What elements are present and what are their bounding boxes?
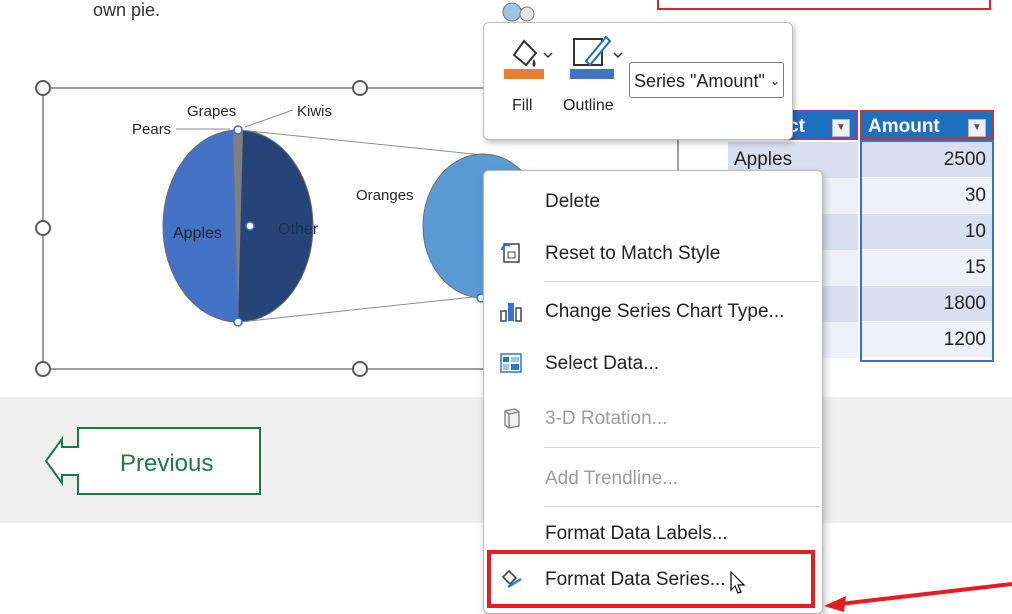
series-select-value: Series "Amount" (634, 71, 765, 91)
menu-item-label: Reset to Match Style (545, 243, 721, 264)
label-kiwis[interactable]: Kiwis (297, 103, 332, 120)
label-apples[interactable]: Apples (173, 225, 222, 242)
cell-amount[interactable]: 1200 (862, 322, 992, 358)
resize-handle-bottom (352, 361, 368, 377)
label-grapes[interactable]: Grapes (187, 103, 236, 120)
menu-item-label: 3-D Rotation... (545, 408, 668, 429)
cell-product-text: Apples (734, 149, 793, 170)
header-amount-text: Amount (868, 116, 940, 137)
cube-icon (504, 408, 520, 429)
menu-item-label: Change Series Chart Type... (545, 301, 785, 322)
label-pears[interactable]: Pears (132, 121, 171, 138)
menu-item-3d-rotation: 3-D Rotation... (484, 396, 822, 440)
menu-item-label: Delete (545, 191, 600, 212)
fill-button[interactable] (504, 31, 554, 87)
resize-handle-top (352, 80, 368, 96)
outline-label: Outline (563, 97, 614, 114)
highlight-box (487, 550, 815, 608)
chevron-down-icon: ⌄ (769, 74, 780, 88)
filter-dropdown-icon[interactable]: ▼ (968, 119, 986, 137)
annotation-arrow-head (824, 596, 846, 612)
menu-item-label: Format Data Labels... (545, 523, 728, 544)
select-data-icon (500, 353, 522, 373)
menu-item-label: Add Trendline... (545, 468, 679, 489)
menu-divider (544, 447, 820, 448)
chart-elements-icon (502, 2, 522, 22)
series-select[interactable]: Series "Amount" ⌄ (629, 62, 784, 98)
menu-item-delete[interactable]: Delete (484, 179, 822, 223)
chart-styles-icon (519, 6, 535, 22)
label-other[interactable]: Other (278, 221, 319, 238)
annotation-arrow-line (839, 582, 1012, 606)
menu-item-format-data-labels[interactable]: Format Data Labels... (484, 511, 822, 555)
outline-button[interactable] (570, 31, 624, 87)
menu-item-label: Select Data... (545, 353, 660, 374)
menu-item-select-data[interactable]: Select Data... (484, 341, 822, 385)
chart-type-icon (500, 303, 522, 322)
pen-outline-icon (570, 35, 623, 79)
menu-divider (544, 281, 820, 282)
label-oranges[interactable]: Oranges (356, 187, 414, 204)
leader-kiwis (244, 109, 294, 128)
context-menu: Delete Reset to Match Style Change Serie… (483, 170, 823, 614)
menu-divider (544, 506, 820, 507)
menu-item-add-trendline: Add Trendline... (484, 456, 822, 500)
cell-amount[interactable]: 10 (862, 214, 992, 250)
cell-amount[interactable]: 30 (862, 178, 992, 214)
resize-handle-top-left (35, 80, 51, 96)
cell-amount[interactable]: 1800 (862, 286, 992, 322)
resize-handle-bottom-left (35, 361, 51, 377)
menu-item-reset-style[interactable]: Reset to Match Style (484, 231, 822, 275)
reset-style-icon (501, 243, 520, 263)
menu-item-change-chart-type[interactable]: Change Series Chart Type... (484, 289, 822, 333)
filter-dropdown-icon[interactable]: ▼ (832, 119, 850, 137)
cell-amount[interactable]: 15 (862, 250, 992, 286)
format-mini-toolbar: Fill Outline Series "Amount" ⌄ (483, 22, 793, 140)
cell-amount[interactable]: 2500 (862, 142, 992, 178)
table-header-amount[interactable]: Amount ▼ (860, 110, 994, 140)
resize-handle-left (35, 220, 51, 236)
paint-bucket-icon (504, 39, 553, 79)
previous-button-label[interactable]: Previous (120, 450, 213, 478)
fill-label: Fill (512, 97, 533, 114)
